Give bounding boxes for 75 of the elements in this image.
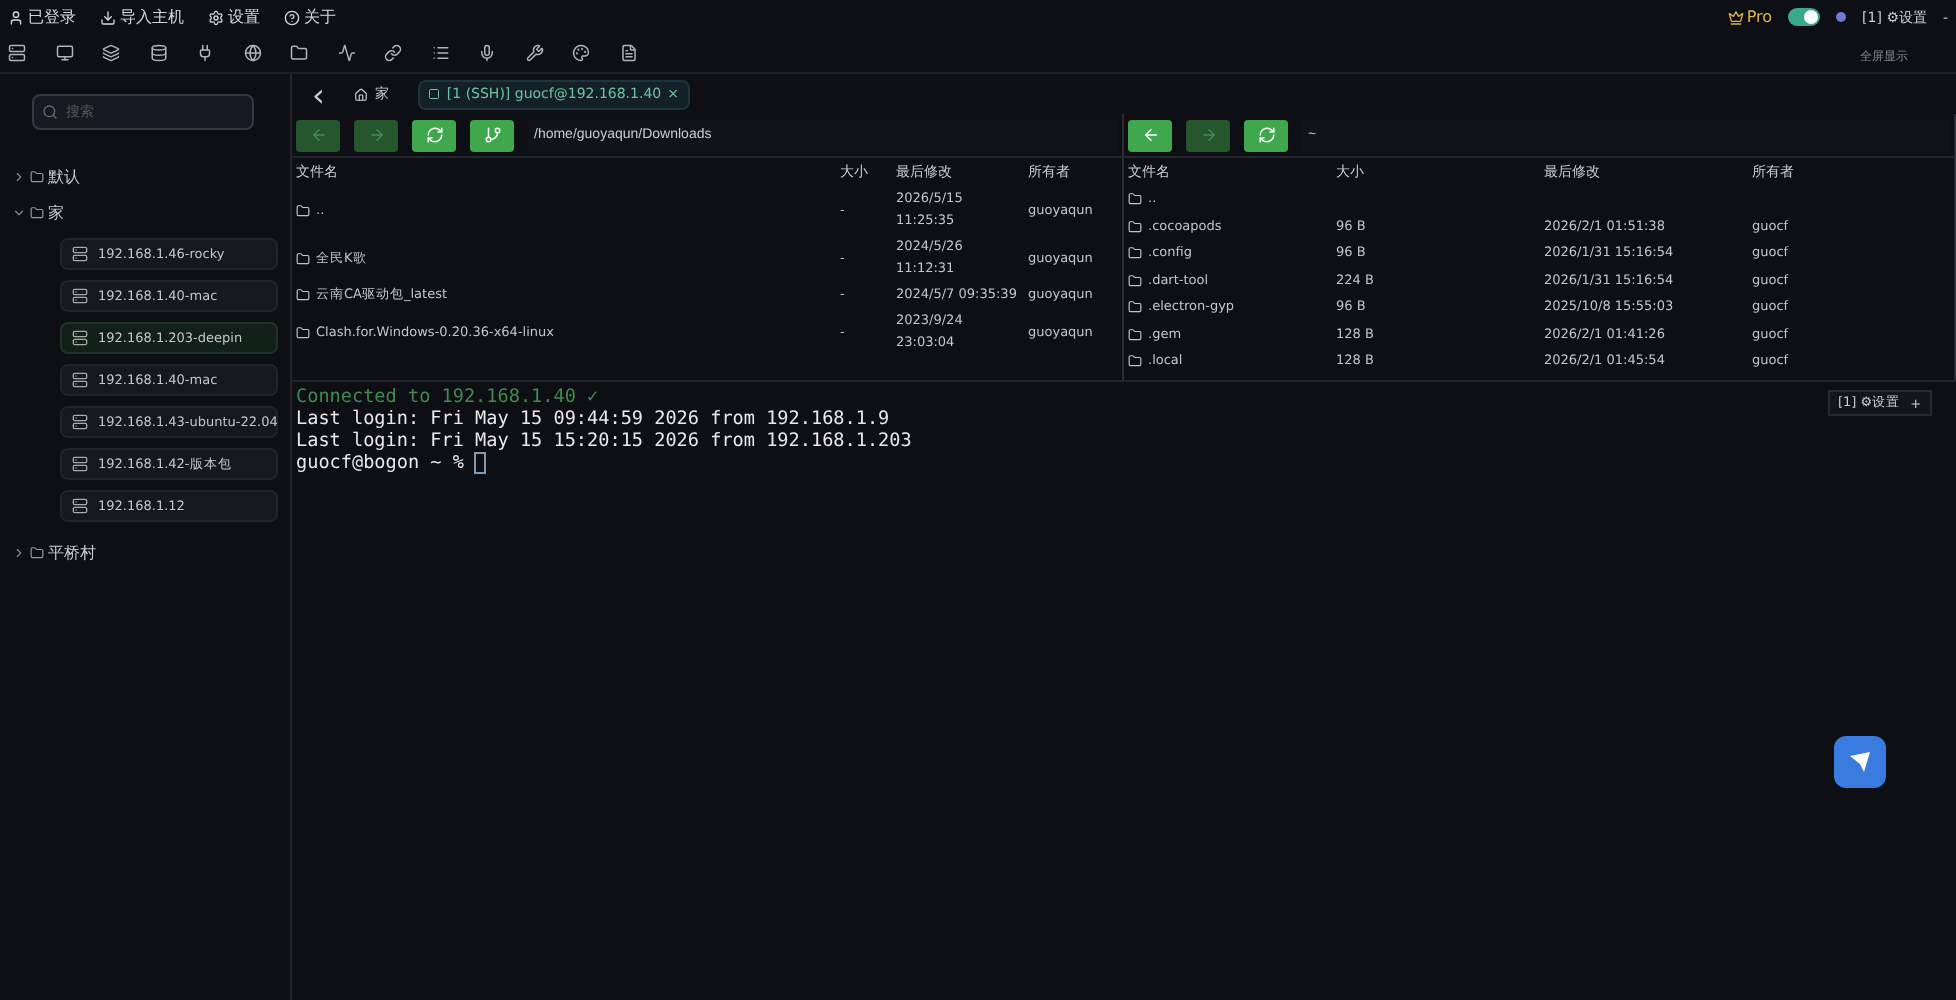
microphone-icon[interactable]: [478, 44, 496, 62]
folder-icon[interactable]: [290, 44, 308, 62]
pro-label: Pro: [1728, 8, 1773, 26]
folder-icon: [30, 205, 44, 219]
folder-icon: [1128, 327, 1142, 342]
folder-icon: [30, 169, 44, 183]
menu-item[interactable]: 导入主机: [100, 6, 184, 28]
terminal-line: Last login: Fri May 15 09:44:59 2026 from 192.168.1.9: [296, 408, 890, 430]
settings-icon: [208, 9, 224, 25]
group-item[interactable]: 家: [12, 198, 278, 226]
activity-icon[interactable]: [337, 44, 355, 62]
server-icon: [72, 456, 88, 472]
server-icon: [72, 498, 88, 514]
text-cursor: [473, 452, 486, 474]
layers-icon[interactable]: [102, 44, 120, 62]
forward-button[interactable]: [1186, 119, 1230, 151]
server-icon: [72, 414, 88, 430]
plug-icon[interactable]: [196, 44, 214, 62]
refresh-icon: [1257, 126, 1275, 144]
forward-button[interactable]: [354, 119, 398, 151]
group-item[interactable]: 默认: [12, 162, 278, 190]
folder-icon: [1128, 192, 1142, 207]
globe-icon[interactable]: [243, 44, 261, 62]
terminal-prompt: guocf@bogon ~ %: [296, 452, 464, 474]
menu-item[interactable]: 已登录: [8, 6, 76, 28]
database-icon[interactable]: [149, 44, 167, 62]
refresh-button[interactable]: [1244, 119, 1288, 151]
toggle-switch[interactable]: [1788, 8, 1821, 26]
arrow-left-icon: [309, 126, 327, 144]
server-icon: [72, 372, 88, 388]
chevron-right-icon: [12, 545, 26, 559]
folder-icon: [1128, 273, 1142, 288]
status-dot: [1836, 12, 1847, 22]
folder-icon: [1128, 354, 1142, 369]
refresh-button[interactable]: [412, 119, 456, 151]
folder-icon: [296, 325, 310, 339]
folder-icon: [296, 203, 310, 217]
back-button[interactable]: ‹: [312, 75, 325, 113]
palette-icon[interactable]: [572, 44, 590, 62]
search-icon: [42, 104, 58, 120]
menu-item[interactable]: 关于: [284, 6, 336, 28]
terminal-line: Last login: Fri May 15 15:20:15 2026 from 192.168.1.203: [296, 430, 912, 452]
arrow-left-icon: [1141, 126, 1159, 144]
wrench-icon[interactable]: [525, 44, 543, 62]
folder-icon: [296, 251, 310, 265]
square-icon: [428, 88, 441, 100]
folder-icon: [1128, 300, 1142, 315]
menu-item[interactable]: 设置: [208, 6, 260, 28]
monitor-icon[interactable]: [55, 44, 73, 62]
arrow-right-icon: [367, 126, 385, 144]
server-icon: [72, 288, 88, 304]
back-button[interactable]: [1128, 119, 1172, 151]
folder-icon: [296, 288, 310, 302]
refresh-icon: [425, 126, 443, 144]
home-icon: [354, 87, 369, 101]
document-icon[interactable]: [619, 44, 637, 62]
branch-icon: [483, 126, 501, 144]
folder-icon: [1128, 246, 1142, 261]
user-icon: [8, 9, 24, 25]
arrow-right-icon: [1199, 126, 1217, 144]
list-icon[interactable]: [431, 44, 449, 62]
folder-icon: [1128, 219, 1142, 234]
terminal-line: Connected to 192.168.1.40 ✓: [296, 386, 599, 408]
folder-icon: [30, 545, 44, 559]
server-icon[interactable]: [8, 44, 26, 62]
help-icon: [284, 9, 300, 25]
crown-icon: [1728, 9, 1745, 25]
link-icon[interactable]: [384, 44, 402, 62]
chevron-down-icon: [12, 205, 26, 219]
group-item[interactable]: 平桥村: [12, 538, 278, 566]
server-icon: [72, 330, 88, 346]
tree-button[interactable]: [470, 119, 514, 151]
server-icon: [72, 246, 88, 262]
import-icon: [100, 9, 116, 25]
chevron-right-icon: [12, 169, 26, 183]
